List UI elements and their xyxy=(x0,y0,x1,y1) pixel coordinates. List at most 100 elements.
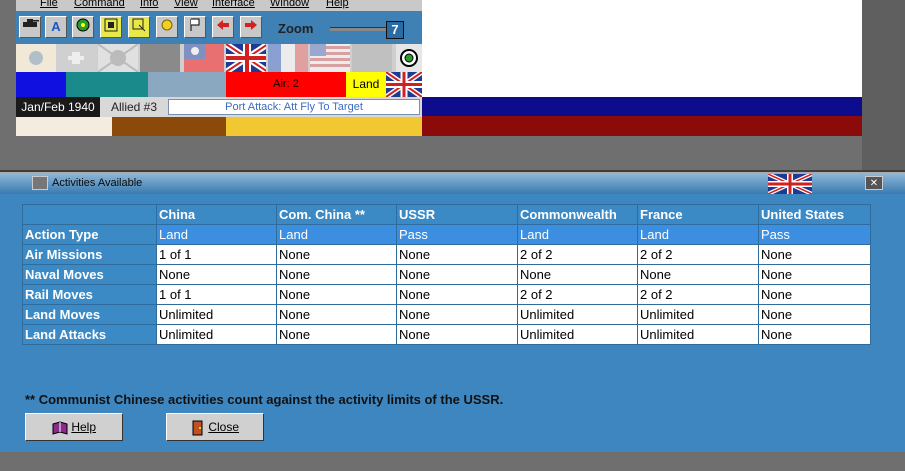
row-header: Naval Moves xyxy=(22,264,157,285)
zoom-label: Zoom xyxy=(278,21,314,36)
book-icon xyxy=(52,421,68,435)
zoom-slider[interactable]: 7 xyxy=(330,21,406,39)
text-icon[interactable]: A xyxy=(45,16,67,38)
menu-command[interactable]: Command xyxy=(74,0,125,9)
table-cell: 2 of 2 xyxy=(637,244,759,265)
table-row[interactable]: Land Moves Unlimited None None Unlimited Unli… xyxy=(22,304,871,325)
zoom-icon[interactable] xyxy=(128,16,150,38)
right-frame xyxy=(862,0,905,170)
flag-taiwan[interactable] xyxy=(184,44,224,72)
zoom-value[interactable]: 7 xyxy=(386,21,404,39)
dialog-title: Activities Available xyxy=(52,177,143,189)
column-header: Com. China ** xyxy=(276,204,397,225)
nation-color-teal xyxy=(66,72,148,97)
air-count: Air: 2 xyxy=(226,72,346,97)
table-cell: Land xyxy=(276,224,397,245)
menu-help[interactable]: Help xyxy=(326,0,349,9)
minimize-button[interactable] xyxy=(32,176,48,190)
strip-yellow xyxy=(226,117,422,136)
menu-view[interactable]: View xyxy=(174,0,198,9)
table-cell: Unlimited xyxy=(637,304,759,325)
map-blue-band xyxy=(422,97,862,116)
impulse-display: Allied #3 xyxy=(110,100,158,114)
star-icon[interactable] xyxy=(156,16,178,38)
table-cell: 2 of 2 xyxy=(637,284,759,305)
strip-brown xyxy=(112,117,226,136)
game-main-window: File Command Info View Interface Window … xyxy=(0,0,905,170)
arrow-left-icon[interactable] xyxy=(212,16,234,38)
table-cell: None xyxy=(396,304,518,325)
table-row[interactable]: Rail Moves 1 of 1 None None 2 of 22 of 2 None xyxy=(22,284,871,305)
target-icon[interactable] xyxy=(396,44,422,72)
bottom-map-strip xyxy=(0,452,905,471)
map-red-band xyxy=(422,116,862,136)
flag-usa[interactable] xyxy=(310,44,350,72)
table-cell: None xyxy=(758,324,871,345)
table-cell: None xyxy=(276,244,397,265)
menu-window[interactable]: Window xyxy=(270,0,309,9)
table-cell: 1 of 1 xyxy=(156,284,277,305)
nation-color-grey xyxy=(148,72,226,97)
dialog-titlebar[interactable]: Activities Available ✕ xyxy=(0,172,905,196)
column-header: United States xyxy=(758,204,871,225)
table-cell: None xyxy=(637,264,759,285)
table-cell: Land xyxy=(156,224,277,245)
close-icon[interactable]: ✕ xyxy=(865,176,883,190)
info-bar: Air: 2 Land xyxy=(16,69,424,100)
table-row[interactable]: Action Type Land Land Pass Land Land Pass xyxy=(22,224,871,245)
flag-germany[interactable] xyxy=(140,44,180,72)
footnote: ** Communist Chinese activities count ag… xyxy=(25,392,504,407)
flag-switzerland[interactable] xyxy=(56,44,96,72)
table-cell: None xyxy=(758,264,871,285)
table-cell: 2 of 2 xyxy=(517,284,638,305)
row-header: Action Type xyxy=(22,224,157,245)
table-cell: Unlimited xyxy=(156,324,277,345)
menu-file[interactable]: File xyxy=(40,0,58,9)
menu-info[interactable]: Info xyxy=(140,0,158,9)
table-row[interactable]: Air Missions 1 of 1 None None 2 of 22 of 2 No… xyxy=(22,244,871,265)
row-header: Rail Moves xyxy=(22,284,157,305)
table-header-row: China Com. China ** USSR Commonwealth Fr… xyxy=(22,204,871,225)
column-header: Commonwealth xyxy=(517,204,638,225)
table-cell: None xyxy=(758,304,871,325)
close-button[interactable]: Close xyxy=(166,413,264,441)
arrow-right-icon[interactable] xyxy=(240,16,262,38)
help-label: Help xyxy=(71,420,97,434)
help-button[interactable]: Help xyxy=(25,413,123,441)
menu-interface[interactable]: Interface xyxy=(212,0,255,9)
flag-france[interactable] xyxy=(268,44,308,72)
table-cell: None xyxy=(276,324,397,345)
grid-icon[interactable] xyxy=(100,16,122,38)
table-cell: Unlimited xyxy=(156,304,277,325)
table-body: Action Type Land Land Pass Land Land Pass Air M… xyxy=(22,224,871,345)
table-cell: None xyxy=(276,304,397,325)
table-cell: None xyxy=(396,244,518,265)
status-bar: Jan/Feb 1940 Allied #3 Port Attack: Att … xyxy=(16,97,422,117)
date-display: Jan/Feb 1940 xyxy=(16,97,100,117)
table-cell: Land xyxy=(637,224,759,245)
table-cell: None xyxy=(396,264,518,285)
menu-bar: File Command Info View Interface Window … xyxy=(16,0,422,11)
map-view[interactable] xyxy=(422,0,862,97)
flag-uk[interactable] xyxy=(226,44,266,72)
table-cell: None xyxy=(396,324,518,345)
table-cell: None xyxy=(156,264,277,285)
table-cell: Land xyxy=(517,224,638,245)
tank-icon[interactable] xyxy=(19,16,41,38)
table-cell: None xyxy=(758,244,871,265)
flag-extra[interactable] xyxy=(352,44,392,72)
table-cell: Pass xyxy=(396,224,518,245)
table-row[interactable]: Naval Moves None None None None None None xyxy=(22,264,871,285)
door-icon xyxy=(192,420,203,436)
toolbar: A Zoom 7 xyxy=(16,11,422,44)
flag-japan[interactable] xyxy=(98,44,138,72)
mission-field[interactable]: Port Attack: Att Fly To Target xyxy=(168,99,420,115)
uk-flag-icon xyxy=(384,69,424,100)
uk-flag-icon xyxy=(767,172,813,196)
flag-icon[interactable] xyxy=(184,16,206,38)
table-row[interactable]: Land Attacks Unlimited None None Unlimited Un… xyxy=(22,324,871,345)
flag-tibet[interactable] xyxy=(16,44,56,72)
strip-cream xyxy=(16,117,112,136)
settings-icon[interactable] xyxy=(72,16,94,38)
table-cell: None xyxy=(758,284,871,305)
